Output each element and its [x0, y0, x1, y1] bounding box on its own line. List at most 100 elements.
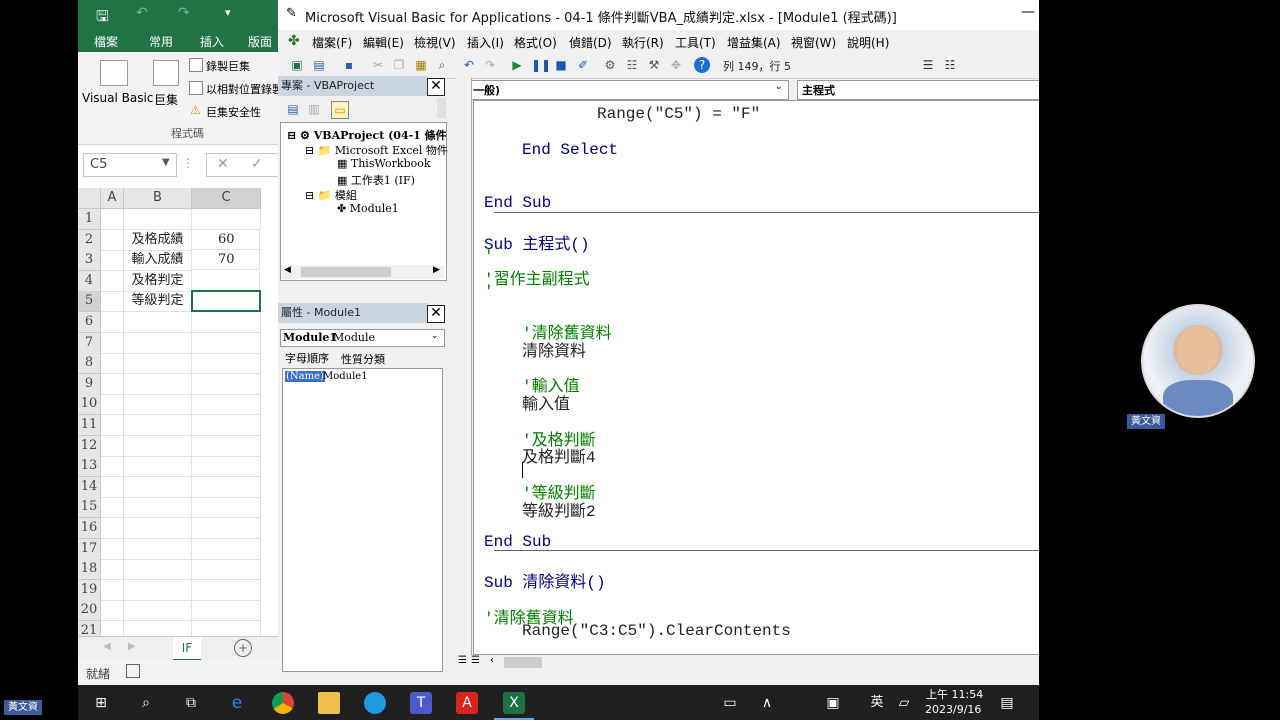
task-view-icon[interactable]: ⧉: [180, 692, 202, 714]
cell[interactable]: [192, 497, 261, 519]
object-combo[interactable]: (一般) ⌄: [463, 80, 789, 100]
row-header[interactable]: 18: [78, 559, 101, 581]
save-icon[interactable]: 🖫: [96, 6, 109, 31]
teams-icon[interactable]: T: [410, 692, 432, 714]
cell[interactable]: [101, 456, 124, 478]
row-header[interactable]: 5: [78, 291, 101, 313]
indent-icon[interactable]: ☰: [920, 57, 936, 73]
row-header[interactable]: 4: [78, 270, 101, 292]
cell[interactable]: [124, 312, 192, 333]
quick-access-menu-icon[interactable]: ▾: [225, 6, 231, 19]
row-header[interactable]: 7: [78, 332, 101, 354]
cell[interactable]: [192, 209, 261, 230]
cell[interactable]: [192, 559, 261, 581]
visual-basic-icon[interactable]: [100, 60, 128, 86]
network-icon[interactable]: ▣: [822, 692, 844, 714]
cell[interactable]: [101, 353, 124, 375]
toggle-folders-icon[interactable]: ▭: [331, 101, 349, 119]
cell[interactable]: [101, 312, 124, 333]
properties-window-icon[interactable]: ☷: [624, 57, 640, 73]
edge-icon[interactable]: [364, 692, 386, 714]
menu-tools[interactable]: 工具(T): [675, 34, 716, 51]
chevron-down-icon[interactable]: ⌄: [431, 331, 439, 341]
cell[interactable]: [101, 579, 124, 601]
row-header[interactable]: 9: [78, 373, 101, 395]
cell[interactable]: [124, 518, 192, 539]
notification-icon[interactable]: ▤: [996, 692, 1018, 714]
select-all-corner[interactable]: [78, 188, 101, 209]
procedure-view-icon[interactable]: ☰: [458, 655, 467, 666]
cell[interactable]: [101, 394, 124, 416]
close-properties-panel-button[interactable]: ✕: [427, 305, 445, 323]
tab-alphabetic[interactable]: 字母順序: [285, 350, 329, 366]
project-panel-scroll[interactable]: [437, 98, 446, 118]
design-mode-icon[interactable]: ✐: [575, 57, 591, 73]
property-name[interactable]: (Name): [285, 371, 325, 382]
row-header[interactable]: 11: [78, 415, 101, 436]
row-header[interactable]: 13: [78, 456, 101, 478]
cell[interactable]: [192, 270, 260, 291]
column-header-c[interactable]: C: [192, 188, 261, 209]
cancel-icon[interactable]: ✕: [217, 156, 229, 172]
tab-insert[interactable]: 插入: [200, 33, 224, 50]
view-excel-icon[interactable]: ▣: [289, 57, 305, 73]
row-header[interactable]: 15: [78, 497, 101, 519]
scroll-left-icon[interactable]: ◀: [284, 265, 291, 275]
menu-edit[interactable]: 編輯(E): [363, 34, 404, 51]
menu-window[interactable]: 視窗(W): [791, 34, 836, 51]
cell[interactable]: [192, 579, 261, 601]
tree-sheet1[interactable]: ▦ 工作表1 (IF): [337, 172, 415, 188]
formula-bar[interactable]: ✕ ✓: [206, 153, 278, 177]
cell[interactable]: [192, 600, 261, 622]
tab-categorized[interactable]: 性質分類: [341, 351, 385, 367]
undo-icon[interactable]: ↶: [136, 5, 148, 21]
row-header[interactable]: 16: [78, 518, 101, 539]
menu-insert[interactable]: 插入(I): [467, 34, 504, 51]
scrollbar-thumb[interactable]: [301, 267, 391, 277]
excel-icon[interactable]: X: [503, 692, 525, 714]
cell[interactable]: [124, 373, 192, 395]
file-explorer-icon[interactable]: [318, 692, 340, 714]
cell[interactable]: 60: [192, 229, 260, 250]
cell[interactable]: [124, 456, 192, 478]
scroll-left-icon[interactable]: ‹: [490, 655, 494, 666]
menu-help[interactable]: 說明(H): [847, 34, 889, 51]
menu-format[interactable]: 格式(O): [514, 34, 557, 51]
cell[interactable]: [101, 332, 124, 354]
cell[interactable]: [124, 559, 192, 581]
row-header[interactable]: 14: [78, 476, 101, 498]
tree-root-vbaproject[interactable]: ⊟ ⚙ VBAProject (04-1 條件: [287, 127, 447, 143]
cell[interactable]: [101, 476, 124, 498]
cell[interactable]: [101, 373, 124, 395]
full-module-view-icon[interactable]: ☰: [471, 655, 480, 666]
macros-button[interactable]: 巨集: [154, 91, 178, 108]
cell[interactable]: [192, 332, 261, 354]
cell[interactable]: 70: [192, 250, 260, 271]
search-icon[interactable]: ⌕: [135, 692, 157, 714]
reset-icon[interactable]: ■: [553, 57, 569, 73]
chevron-down-icon[interactable]: ▼: [162, 157, 170, 168]
insert-module-icon[interactable]: ▤: [311, 57, 327, 73]
cell[interactable]: [124, 476, 192, 498]
cell[interactable]: [101, 497, 124, 519]
cell[interactable]: [101, 270, 124, 292]
macros-icon[interactable]: [153, 60, 179, 86]
column-header-a[interactable]: A: [101, 188, 124, 209]
row-header[interactable]: 8: [78, 353, 101, 375]
find-icon[interactable]: ⌕: [434, 57, 450, 73]
close-project-panel-button[interactable]: ✕: [427, 78, 445, 96]
save-icon[interactable]: ▪: [341, 57, 357, 73]
minimize-icon[interactable]: —: [1021, 4, 1035, 20]
record-macro-button[interactable]: 錄製巨集: [206, 58, 250, 74]
name-box[interactable]: C5 ▼: [83, 153, 177, 177]
tab-home[interactable]: 常用: [149, 33, 173, 50]
copy-icon[interactable]: ❐: [391, 57, 407, 73]
view-object-icon[interactable]: ▥: [306, 101, 322, 117]
row-header[interactable]: 6: [78, 312, 101, 333]
cell[interactable]: [192, 312, 261, 333]
redo-icon[interactable]: ↷: [178, 5, 190, 21]
menu-debug[interactable]: 偵錯(D): [569, 34, 612, 51]
row-header[interactable]: 20: [78, 600, 101, 622]
ie-icon[interactable]: e: [226, 692, 248, 714]
cell[interactable]: [101, 435, 124, 457]
